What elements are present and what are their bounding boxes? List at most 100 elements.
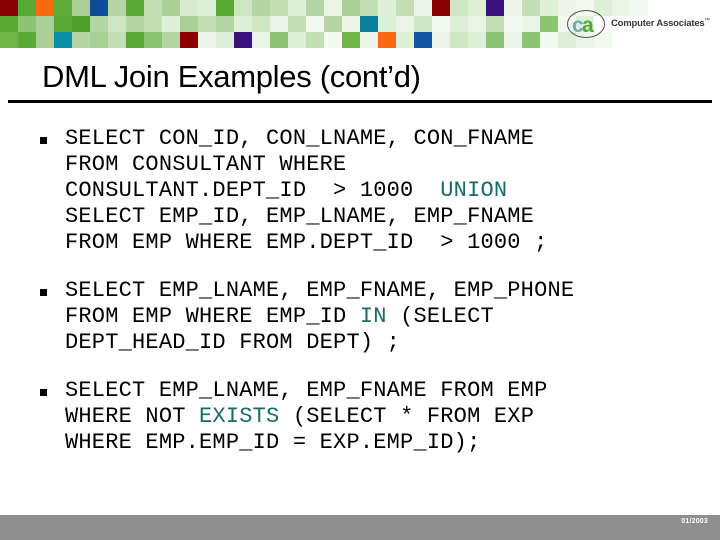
mosaic-cell xyxy=(486,32,504,48)
mosaic-cell xyxy=(342,0,360,16)
mosaic-cell xyxy=(252,32,270,48)
mosaic-cell xyxy=(54,16,72,32)
mosaic-cell xyxy=(0,0,18,16)
mosaic-cell xyxy=(108,0,126,16)
mosaic-cell xyxy=(126,16,144,32)
bullet-marker-icon xyxy=(40,389,47,396)
mosaic-cell xyxy=(126,0,144,16)
mosaic-cell xyxy=(378,0,396,16)
ca-logo: c a Computer Associates™ xyxy=(566,6,716,42)
ca-logo-mark-icon: c a xyxy=(566,9,606,39)
ca-logo-wordmark-text: Computer Associates xyxy=(611,18,705,30)
mosaic-cell xyxy=(216,0,234,16)
mosaic-cell xyxy=(198,32,216,48)
mosaic-cell xyxy=(342,32,360,48)
mosaic-cell xyxy=(234,16,252,32)
mosaic-cell xyxy=(504,0,522,16)
mosaic-cell xyxy=(72,16,90,32)
mosaic-cell xyxy=(396,0,414,16)
mosaic-cell xyxy=(252,16,270,32)
mosaic-cell xyxy=(324,16,342,32)
bullet-item: SELECT EMP_LNAME, EMP_FNAME FROM EMP WHE… xyxy=(36,378,696,456)
mosaic-cell xyxy=(234,32,252,48)
mosaic-cell xyxy=(324,32,342,48)
mosaic-cell xyxy=(432,0,450,16)
sql-text: SELECT EMP_ID, EMP_LNAME, EMP_FNAME FROM… xyxy=(65,204,548,255)
mosaic-cell xyxy=(288,16,306,32)
bullet-item: SELECT EMP_LNAME, EMP_FNAME, EMP_PHONE F… xyxy=(36,278,696,356)
mosaic-cell xyxy=(54,32,72,48)
mosaic-cell xyxy=(360,32,378,48)
slide-body: SELECT CON_ID, CON_LNAME, CON_FNAME FROM… xyxy=(36,126,696,456)
mosaic-cell xyxy=(36,16,54,32)
ca-logo-wordmark: Computer Associates™ xyxy=(611,18,710,29)
mosaic-cell xyxy=(432,16,450,32)
mosaic-cell xyxy=(522,32,540,48)
mosaic-cell xyxy=(54,0,72,16)
mosaic-cell xyxy=(36,32,54,48)
mosaic-cell xyxy=(360,16,378,32)
mosaic-cell xyxy=(144,0,162,16)
bullet-marker-icon xyxy=(40,137,47,144)
sql-text: SELECT EMP_LNAME, EMP_FNAME, EMP_PHONE F… xyxy=(65,278,575,329)
mosaic-cell xyxy=(522,0,540,16)
mosaic-cell xyxy=(108,16,126,32)
sql-keyword: UNION xyxy=(440,178,508,203)
mosaic-cell xyxy=(144,32,162,48)
mosaic-cell xyxy=(90,32,108,48)
mosaic-cell xyxy=(450,0,468,16)
mosaic-cell xyxy=(306,32,324,48)
mosaic-cell xyxy=(450,16,468,32)
mosaic-cell xyxy=(72,0,90,16)
mosaic-cell xyxy=(180,32,198,48)
mosaic-cell xyxy=(342,16,360,32)
mosaic-cell xyxy=(288,32,306,48)
mosaic-cell xyxy=(306,16,324,32)
mosaic-cell xyxy=(162,16,180,32)
sql-keyword: EXISTS xyxy=(199,404,280,429)
slide: c a Computer Associates™ DML Join Exampl… xyxy=(0,0,720,540)
page-title: DML Join Examples (cont’d) xyxy=(42,59,421,94)
mosaic-cell xyxy=(0,32,18,48)
mosaic-cell xyxy=(18,0,36,16)
mosaic-cell xyxy=(306,0,324,16)
mosaic-cell xyxy=(432,32,450,48)
mosaic-cell xyxy=(468,32,486,48)
mosaic-cell xyxy=(126,32,144,48)
mosaic-cell xyxy=(198,16,216,32)
bullet-marker-icon xyxy=(40,289,47,296)
sql-code-block: SELECT EMP_LNAME, EMP_FNAME, EMP_PHONE F… xyxy=(65,278,696,356)
mosaic-cell xyxy=(504,32,522,48)
footer-bar xyxy=(0,515,720,540)
mosaic-cell xyxy=(540,16,558,32)
mosaic-cell xyxy=(468,0,486,16)
mosaic-cell xyxy=(414,32,432,48)
mosaic-cell xyxy=(324,0,342,16)
mosaic-cell xyxy=(162,32,180,48)
sql-keyword: IN xyxy=(359,304,387,329)
mosaic-cell xyxy=(90,16,108,32)
mosaic-cell xyxy=(270,32,288,48)
mosaic-cell xyxy=(36,0,54,16)
mosaic-cell xyxy=(18,32,36,48)
mosaic-cell xyxy=(504,16,522,32)
mosaic-cell xyxy=(486,0,504,16)
mosaic-cell xyxy=(486,16,504,32)
mosaic-cell xyxy=(360,0,378,16)
sql-code-block: SELECT CON_ID, CON_LNAME, CON_FNAME FROM… xyxy=(65,126,696,256)
mosaic-cell xyxy=(144,16,162,32)
mosaic-cell xyxy=(270,0,288,16)
bullet-item: SELECT CON_ID, CON_LNAME, CON_FNAME FROM… xyxy=(36,126,696,256)
mosaic-cell xyxy=(540,0,558,16)
mosaic-cell xyxy=(378,32,396,48)
mosaic-cell xyxy=(270,16,288,32)
mosaic-cell xyxy=(522,16,540,32)
mosaic-cell xyxy=(414,16,432,32)
mosaic-cell xyxy=(216,32,234,48)
mosaic-cell xyxy=(378,16,396,32)
mosaic-cell xyxy=(108,32,126,48)
mosaic-cell xyxy=(162,0,180,16)
mosaic-cell xyxy=(468,16,486,32)
mosaic-cell xyxy=(90,0,108,16)
mosaic-cell xyxy=(180,0,198,16)
